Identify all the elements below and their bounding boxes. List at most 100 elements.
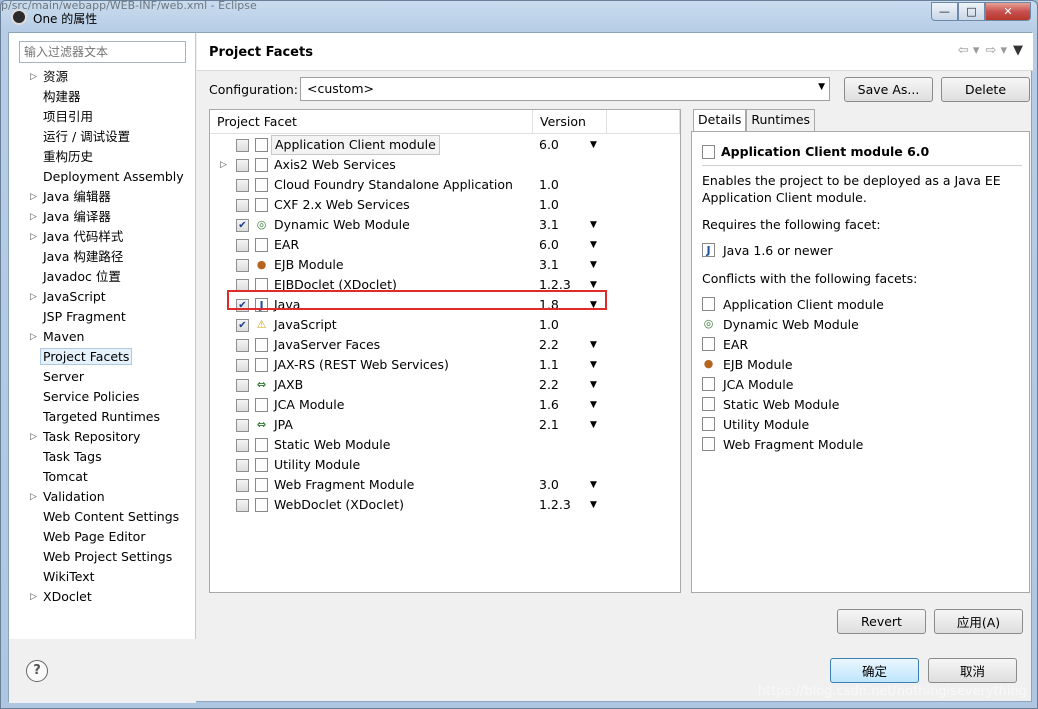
facet-row[interactable]: Static Web Module — [210, 435, 680, 455]
nav-item[interactable]: ▷ XDoclet — [9, 587, 196, 607]
nav-item[interactable]: Service Policies — [9, 387, 196, 407]
version-dropdown-icon[interactable]: ▼ — [590, 255, 597, 275]
facet-row[interactable]: ● EJB Module 3.1 ▼ — [210, 255, 680, 275]
expand-arrow-icon[interactable]: ▷ — [30, 187, 37, 207]
nav-item[interactable]: Javadoc 位置 — [9, 267, 196, 287]
facet-version[interactable]: 2.2 — [539, 335, 559, 355]
tab-runtimes[interactable]: Runtimes — [746, 109, 816, 131]
facet-row[interactable]: ⇔ JPA 2.1 ▼ — [210, 415, 680, 435]
version-dropdown-icon[interactable]: ▼ — [590, 235, 597, 255]
expand-arrow-icon[interactable]: ▷ — [30, 487, 37, 507]
facet-checkbox[interactable] — [236, 399, 249, 412]
expand-arrow-icon[interactable]: ▷ — [220, 155, 227, 175]
version-dropdown-icon[interactable]: ▼ — [590, 355, 597, 375]
facet-version[interactable]: 2.1 — [539, 415, 559, 435]
nav-item[interactable]: ▷ 资源 — [9, 67, 196, 87]
nav-item[interactable]: JSP Fragment — [9, 307, 196, 327]
nav-item[interactable]: Targeted Runtimes — [9, 407, 196, 427]
nav-item[interactable]: WikiText — [9, 567, 196, 587]
nav-item[interactable]: 运行 / 调试设置 — [9, 127, 196, 147]
facet-row[interactable]: ✔ ⚠ JavaScript 1.0 — [210, 315, 680, 335]
facet-version[interactable]: 1.8 — [539, 295, 559, 315]
nav-item[interactable]: ▷ Task Repository — [9, 427, 196, 447]
nav-item[interactable]: Server — [9, 367, 196, 387]
facet-checkbox[interactable] — [236, 179, 249, 192]
expand-arrow-icon[interactable]: ▷ — [30, 427, 37, 447]
nav-item[interactable]: Tomcat — [9, 467, 196, 487]
facet-row[interactable]: ▷ Axis2 Web Services — [210, 155, 680, 175]
facet-checkbox[interactable] — [236, 499, 249, 512]
ok-button[interactable]: 确定 — [830, 658, 919, 683]
version-dropdown-icon[interactable]: ▼ — [590, 395, 597, 415]
facet-row[interactable]: Web Fragment Module 3.0 ▼ — [210, 475, 680, 495]
facet-row[interactable]: ✔ J Java 1.8 ▼ — [210, 295, 680, 315]
back-icon[interactable]: ⇦ ▾ — [958, 43, 980, 58]
facet-row[interactable]: JAX-RS (REST Web Services) 1.1 ▼ — [210, 355, 680, 375]
cancel-button[interactable]: 取消 — [928, 658, 1017, 683]
facet-checkbox[interactable] — [236, 439, 249, 452]
facet-version[interactable]: 3.0 — [539, 475, 559, 495]
forward-icon[interactable]: ⇨ ▾ — [985, 43, 1007, 58]
apply-button[interactable]: 应用(A) — [934, 609, 1023, 634]
facet-version[interactable]: 1.2.3 — [539, 495, 571, 515]
facet-row[interactable]: Utility Module — [210, 455, 680, 475]
facet-row[interactable]: Application Client module 6.0 ▼ — [210, 135, 680, 155]
facet-checkbox[interactable]: ✔ — [236, 319, 249, 332]
facet-checkbox[interactable]: ✔ — [236, 219, 249, 232]
expand-arrow-icon[interactable]: ▷ — [30, 67, 37, 87]
nav-item[interactable]: Java 构建路径 — [9, 247, 196, 267]
facet-version[interactable]: 3.1 — [539, 215, 559, 235]
version-dropdown-icon[interactable]: ▼ — [590, 295, 597, 315]
revert-button[interactable]: Revert — [837, 609, 926, 634]
nav-item[interactable]: ▷ Java 编译器 — [9, 207, 196, 227]
facet-version[interactable]: 2.2 — [539, 375, 559, 395]
nav-item[interactable]: Web Project Settings — [9, 547, 196, 567]
expand-arrow-icon[interactable]: ▷ — [30, 327, 37, 347]
facet-checkbox[interactable] — [236, 419, 249, 432]
facet-row[interactable]: CXF 2.x Web Services 1.0 — [210, 195, 680, 215]
title-bar[interactable]: p/src/main/webapp/WEB-INF/web.xml - Ecli… — [1, 0, 1037, 33]
facet-version[interactable]: 1.6 — [539, 395, 559, 415]
nav-item[interactable]: Project Facets — [9, 347, 196, 367]
facet-version[interactable]: 1.1 — [539, 355, 559, 375]
expand-arrow-icon[interactable]: ▷ — [30, 207, 37, 227]
facet-checkbox[interactable] — [236, 479, 249, 492]
configuration-select[interactable]: <custom> ▼ — [300, 77, 830, 101]
nav-item[interactable]: 构建器 — [9, 87, 196, 107]
facet-version[interactable]: 6.0 — [539, 235, 559, 255]
version-dropdown-icon[interactable]: ▼ — [590, 275, 597, 295]
help-icon[interactable]: ? — [26, 660, 48, 682]
facet-row[interactable]: WebDoclet (XDoclet) 1.2.3 ▼ — [210, 495, 680, 515]
facet-checkbox[interactable] — [236, 159, 249, 172]
tab-details[interactable]: Details — [693, 109, 747, 132]
nav-item[interactable]: Web Content Settings — [9, 507, 196, 527]
facet-row[interactable]: Cloud Foundry Standalone Application 1.0 — [210, 175, 680, 195]
expand-arrow-icon[interactable]: ▷ — [30, 587, 37, 607]
facet-checkbox[interactable] — [236, 199, 249, 212]
facet-checkbox[interactable] — [236, 239, 249, 252]
nav-item[interactable]: ▷ Maven — [9, 327, 196, 347]
view-menu-icon[interactable]: ▼ — [1013, 43, 1023, 58]
facet-checkbox[interactable] — [236, 339, 249, 352]
facet-checkbox[interactable] — [236, 139, 249, 152]
facet-checkbox[interactable] — [236, 359, 249, 372]
facet-version[interactable]: 1.0 — [539, 175, 559, 195]
facet-version[interactable]: 6.0 — [539, 135, 559, 155]
facet-checkbox[interactable] — [236, 379, 249, 392]
facet-checkbox[interactable] — [236, 259, 249, 272]
version-dropdown-icon[interactable]: ▼ — [590, 415, 597, 435]
column-header-facet[interactable]: Project Facet — [210, 110, 533, 134]
nav-item[interactable]: Web Page Editor — [9, 527, 196, 547]
facet-checkbox[interactable]: ✔ — [236, 299, 249, 312]
save-as-button[interactable]: Save As... — [844, 77, 933, 102]
delete-button[interactable]: Delete — [941, 77, 1030, 102]
facet-version[interactable]: 1.2.3 — [539, 275, 571, 295]
facet-version[interactable]: 1.0 — [539, 315, 559, 335]
expand-arrow-icon[interactable]: ▷ — [30, 227, 37, 247]
version-dropdown-icon[interactable]: ▼ — [590, 335, 597, 355]
filter-input[interactable] — [19, 41, 186, 63]
facet-version[interactable]: 1.0 — [539, 195, 559, 215]
facet-row[interactable]: JavaServer Faces 2.2 ▼ — [210, 335, 680, 355]
close-button[interactable]: ✕ — [985, 2, 1031, 21]
facet-checkbox[interactable] — [236, 279, 249, 292]
